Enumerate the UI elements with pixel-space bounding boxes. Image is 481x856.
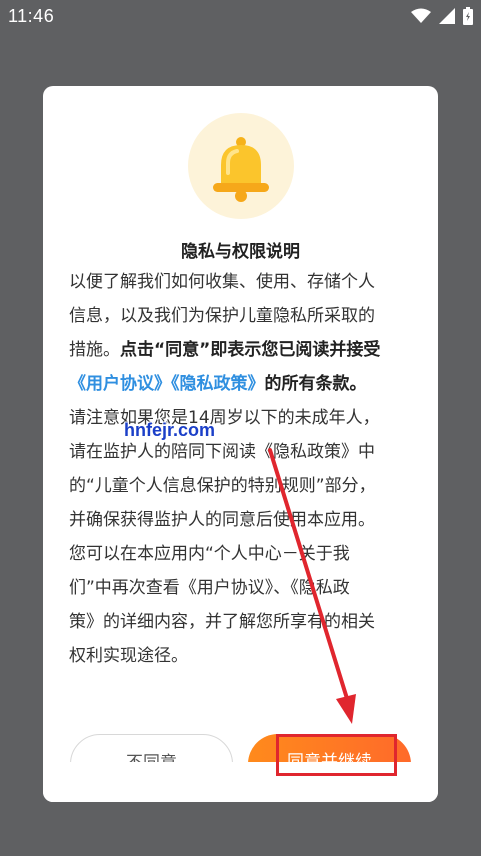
- annotation-highlight-box: [276, 734, 397, 776]
- annotation-arrow-icon: [268, 448, 356, 724]
